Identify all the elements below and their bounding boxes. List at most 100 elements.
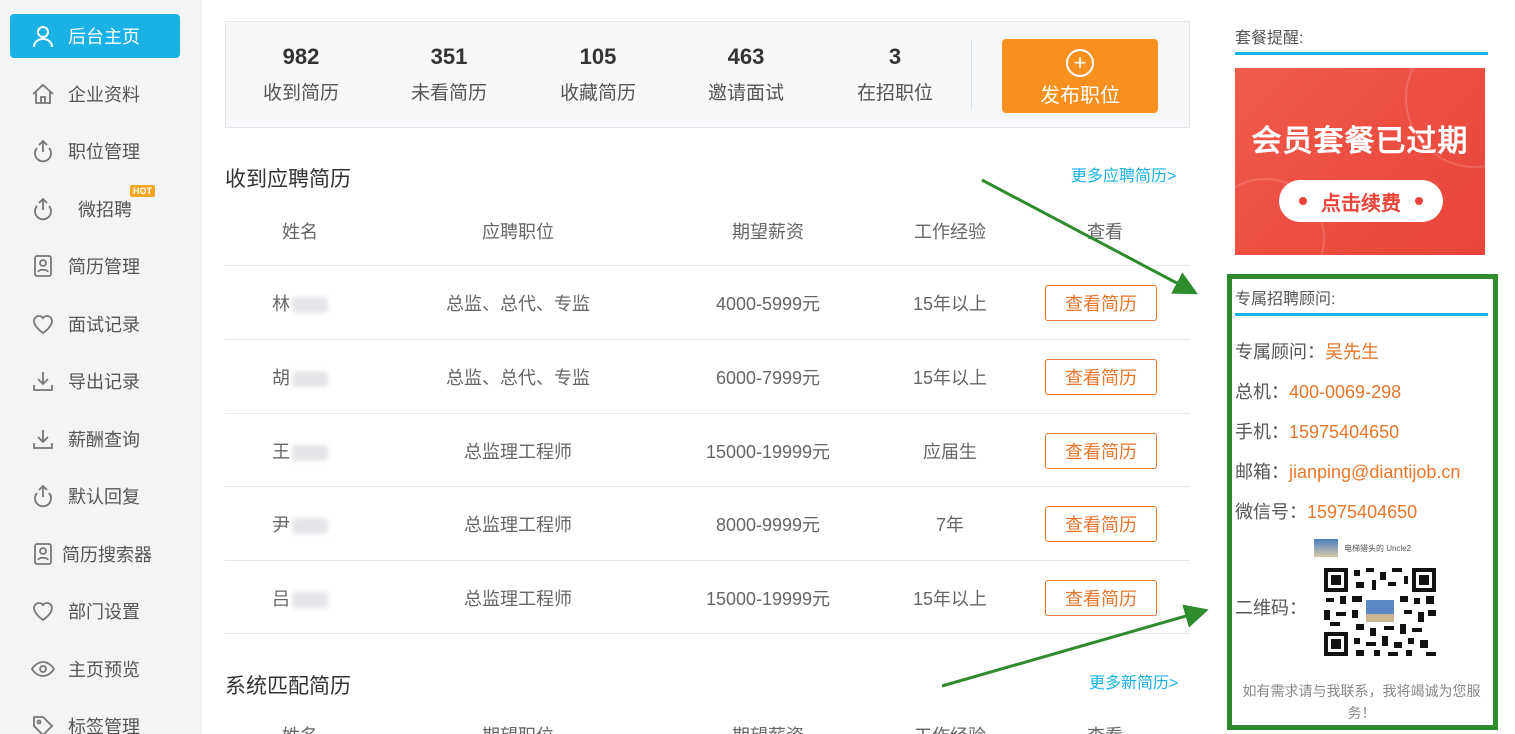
sidebar-item-label: 简历管理 [68,257,140,277]
home-icon [30,81,56,107]
sidebar-item-salary-query[interactable]: 薪酬查询 [10,417,180,461]
col-header-expected-position: 期望职位 [418,722,618,734]
advisor-email[interactable]: 邮箱：jianping@diantijob.cn [1235,458,1460,484]
cell-experience: 应届生 [923,442,977,462]
cell-position: 总监、总代、专监 [446,294,590,314]
stat-label: 邀请面试 [707,83,784,104]
stat-label: 收到简历 [262,83,339,104]
stat-number: 105 [579,44,617,69]
more-received-link[interactable]: 更多应聘简历> [1071,162,1176,186]
stat-number: 3 [888,44,902,69]
sidebar-item-label: 面试记录 [68,315,140,335]
stat-interviews[interactable]: 463 邀请面试 [686,44,806,105]
sidebar-item-label: 导出记录 [68,372,140,392]
contact-footer-text: 如有需求请与我联系，我将竭诚为您服务！ [1242,683,1481,721]
sidebar-item-label: 简历搜索器 [62,545,152,565]
sidebar-item-company-info[interactable]: 企业资料 [10,72,180,116]
sidebar-item-label: 企业资料 [68,85,140,105]
divider [1235,313,1488,316]
col-header-view: 查看 [1087,222,1123,242]
renew-button[interactable]: 点击续费 [1279,180,1443,222]
sidebar: 后台主页 企业资料 职位管理 微招聘 HOT 简历管理 面试记录 导出记录 薪酬… [0,0,202,734]
stat-label: 收藏简历 [559,83,636,104]
user-icon [30,23,56,49]
sidebar-item-default-reply[interactable]: 默认回复 [10,474,180,518]
cell-position: 总监理工程师 [464,515,572,535]
qr-label: 二维码： [1235,598,1307,618]
sidebar-item-label: 薪酬查询 [68,430,140,450]
banner-text: 会员套餐已过期 [1251,125,1469,158]
advisor-phone: 总机：400-0069-298 [1235,382,1402,402]
resume-icon [30,541,56,567]
sidebar-item-interview-records[interactable]: 面试记录 [10,302,180,346]
stats-panel: 982 收到简历 351 未看简历 105 收藏简历 463 邀请面试 3 在招… [225,21,1190,128]
stat-number: 351 [430,44,468,69]
cell-position: 总监理工程师 [464,589,572,609]
col-header-position: 应聘职位 [482,222,554,242]
sidebar-item-homepage-preview[interactable]: 主页预览 [10,647,180,691]
qr-code-icon [1322,566,1438,658]
package-reminder-title: 套餐提醒: [1235,30,1304,47]
stat-label: 未看简历 [410,83,487,104]
cell-salary: 15000-19999元 [705,589,831,609]
cell-name: 林 [240,290,360,316]
sidebar-item-label: 主页预览 [68,660,140,680]
advisor-mobile: 手机：15975404650 [1235,422,1400,442]
cell-name: 尹 [240,511,360,537]
col-header-salary: 期望薪资 [732,222,804,242]
stat-received[interactable]: 982 收到简历 [241,44,361,105]
table-row: 吕 总监理工程师 15000-19999元 15年以上 查看简历 [225,560,1190,634]
advisor-wechat: 微信号：15975404650 [1235,502,1418,522]
sidebar-item-tag-management[interactable]: 标签管理 [10,704,180,734]
cell-salary: 6000-7999元 [715,368,821,388]
cell-experience: 7年 [935,515,964,535]
sidebar-item-dashboard[interactable]: 后台主页 [10,14,180,58]
hot-badge: HOT [130,185,155,197]
stat-label: 在招职位 [856,83,933,104]
received-section-title: 收到应聘简历 [225,168,351,191]
more-matched-link[interactable]: 更多新简历> [1089,669,1178,693]
cell-experience: 15年以上 [912,294,988,314]
cell-salary: 8000-9999元 [715,515,821,535]
sidebar-item-label: 部门设置 [68,602,140,622]
eye-icon [30,656,56,682]
upload-icon [30,483,56,509]
stat-number: 982 [282,44,320,69]
download-icon [30,368,56,394]
table-row: 王 总监理工程师 15000-19999元 应届生 查看简历 [225,413,1190,487]
sidebar-item-label: 微招聘 [78,200,132,220]
plus-circle-icon: + [1066,49,1094,77]
sidebar-item-job-management[interactable]: 职位管理 [10,129,180,173]
cell-experience: 15年以上 [912,368,988,388]
sidebar-item-resume-search[interactable]: 简历搜索器 [10,532,180,576]
col-header-name: 姓名 [282,222,318,242]
cell-name: 王 [240,438,360,464]
sidebar-item-resume-management[interactable]: 简历管理 [10,244,180,288]
sidebar-item-export-records[interactable]: 导出记录 [10,359,180,403]
stat-unread[interactable]: 351 未看简历 [389,44,509,105]
sidebar-item-department-settings[interactable]: 部门设置 [10,589,180,633]
col-header-salary: 期望薪资 [668,722,868,734]
view-resume-button[interactable]: 查看简历 [1045,359,1157,395]
view-resume-button[interactable]: 查看简历 [1045,506,1157,542]
col-header-experience: 工作经验 [914,222,986,242]
cell-experience: 15年以上 [912,589,988,609]
sidebar-item-label: 默认回复 [68,487,140,507]
view-resume-button[interactable]: 查看简历 [1045,580,1157,616]
table-row: 林 总监、总代、专监 4000-5999元 15年以上 查看简历 [225,265,1190,339]
view-resume-button[interactable]: 查看简历 [1045,285,1157,321]
cell-name: 吕 [240,585,360,611]
stat-favorited[interactable]: 105 收藏简历 [538,44,658,105]
sidebar-item-label: 职位管理 [68,142,140,162]
publish-job-button[interactable]: + 发布职位 [1002,39,1158,113]
download-icon [30,426,56,452]
col-header-name: 姓名 [240,722,360,734]
package-expired-banner[interactable]: 会员套餐已过期 点击续费 [1235,68,1485,255]
view-resume-button[interactable]: 查看简历 [1045,433,1157,469]
col-header-experience: 工作经验 [890,722,1010,734]
upload-icon [30,196,56,222]
stat-open-jobs[interactable]: 3 在招职位 [835,44,955,105]
cell-salary: 4000-5999元 [715,294,821,314]
sidebar-item-micro-recruit[interactable]: 微招聘 HOT [10,185,180,231]
resume-icon [30,253,56,279]
